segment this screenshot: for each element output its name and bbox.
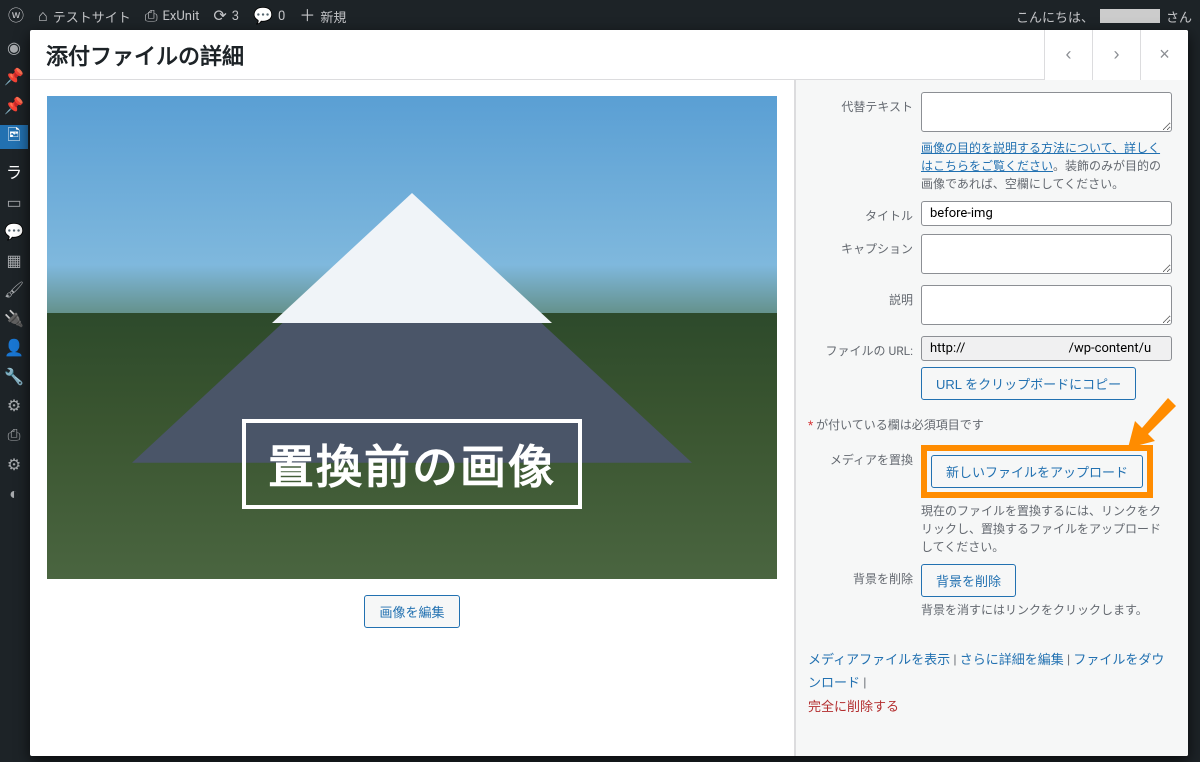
next-button[interactable]: › [1092, 30, 1140, 80]
prev-button[interactable]: ‹ [1044, 30, 1092, 80]
copy-url-button[interactable]: URL をクリップボードにコピー [921, 367, 1136, 400]
tools-icon[interactable]: 🔧 [4, 367, 24, 386]
gear2-icon[interactable]: ⚙ [7, 455, 21, 474]
edit-image-button[interactable]: 画像を編集 [364, 595, 459, 628]
image-overlay-caption: 置換前の画像 [242, 419, 582, 509]
attachment-actions: メディアファイルを表示 | さらに詳細を編集 | ファイルをダウンロード | 完… [808, 639, 1172, 719]
site-name: テストサイト [53, 7, 131, 26]
exunit-icon: ⎙ [145, 8, 158, 24]
upload-new-file-button[interactable]: 新しいファイルをアップロード [931, 455, 1143, 488]
pin2-icon[interactable]: 📌 [4, 96, 24, 115]
modal-title: 添付ファイルの詳細 [46, 39, 244, 71]
removebg-help: 背景を消すにはリンクをクリックします。 [921, 601, 1172, 619]
pin-icon[interactable]: 📌 [4, 67, 24, 86]
description-label: 説明 [808, 285, 913, 308]
delete-permanently-link[interactable]: 完全に削除する [808, 700, 899, 715]
appearance-icon[interactable]: 🖌 [4, 280, 24, 299]
admin-menu: ◉ 📌 📌 🖻 ラ ▭ 💬 ▦ 🖌 🔌 👤 🔧 ⚙ ⎙ ⚙ ◐ [0, 32, 28, 762]
greeting-suffix: さん [1166, 7, 1192, 26]
exunit2-icon[interactable]: ⎙ [8, 425, 21, 445]
replace-help: 現在のファイルを置換するには、リンクをクリックし、置換するファイルをアップロード… [921, 502, 1172, 556]
collapse-icon[interactable]: ◐ [9, 484, 19, 504]
media-icon[interactable]: 🖻 [0, 125, 28, 149]
title-input[interactable] [921, 201, 1172, 226]
attachment-preview: 置換前の画像 画像を編集 [30, 80, 795, 756]
comment-icon: 💬 [253, 8, 273, 24]
view-media-link[interactable]: メディアファイルを表示 [808, 653, 950, 668]
greeting: こんにちは、 [1016, 7, 1094, 26]
description-input[interactable] [921, 285, 1172, 325]
attachment-image: 置換前の画像 [47, 96, 777, 579]
removebg-label: 背景を削除 [808, 564, 913, 587]
username-redacted [1100, 9, 1160, 23]
highlight-annotation: 新しいファイルをアップロード [921, 445, 1153, 498]
new-link[interactable]: ＋新規 [299, 7, 346, 26]
admin-bar: ⓦ ⌂ テストサイト ⎙ExUnit ⟳3 💬0 ＋新規 こんにちは、 さん [0, 0, 1200, 32]
grid-icon[interactable]: ▦ [6, 251, 21, 270]
comments-link[interactable]: 💬0 [253, 8, 285, 24]
required-note: * が付いている欄は必須項目です [808, 416, 1172, 433]
site-link[interactable]: ⌂ テストサイト [38, 7, 131, 26]
file-url-label: ファイルの URL: [808, 336, 913, 359]
close-button[interactable]: × [1140, 30, 1188, 80]
title-label: タイトル [808, 201, 913, 224]
plus-icon: ＋ [299, 8, 315, 24]
replace-media-label: メディアを置換 [808, 445, 913, 468]
wp-logo[interactable]: ⓦ [8, 8, 24, 24]
comments2-icon[interactable]: ▭ [6, 193, 21, 212]
wordpress-icon: ⓦ [8, 8, 24, 24]
alt-text-input[interactable] [921, 92, 1172, 132]
updates-link[interactable]: ⟳3 [213, 8, 239, 24]
refresh-icon: ⟳ [213, 8, 226, 24]
exunit-link[interactable]: ⎙ExUnit [145, 8, 200, 24]
users-icon[interactable]: 👤 [4, 338, 24, 357]
remove-background-button[interactable]: 背景を削除 [921, 564, 1016, 597]
pages-icon[interactable]: ラ [6, 159, 22, 183]
caption-input[interactable] [921, 234, 1172, 274]
caption-label: キャプション [808, 234, 913, 257]
settings-icon[interactable]: ⚙ [7, 396, 21, 415]
plugins-icon[interactable]: 🔌 [4, 309, 24, 328]
attachment-details-modal: 添付ファイルの詳細 ‹ › × 置換前の画像 画像を編集 代替テキスト 画像の目… [30, 30, 1188, 756]
chat-icon[interactable]: 💬 [4, 222, 24, 241]
modal-header: 添付ファイルの詳細 ‹ › × [30, 30, 1188, 80]
alt-text-label: 代替テキスト [808, 92, 913, 115]
home-icon: ⌂ [38, 8, 48, 24]
attachment-details-sidebar: 代替テキスト 画像の目的を説明する方法について、詳しくはこちらをご覧ください。装… [795, 80, 1188, 756]
file-url-input[interactable] [921, 336, 1172, 361]
dashboard-icon[interactable]: ◉ [7, 38, 21, 57]
edit-more-link[interactable]: さらに詳細を編集 [960, 653, 1064, 668]
